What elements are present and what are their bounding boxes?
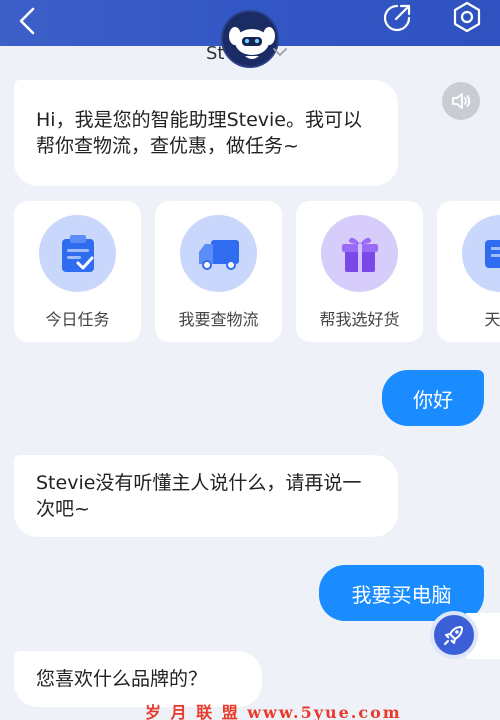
rocket-icon bbox=[444, 626, 463, 645]
quick-action-label: 我要查物流 bbox=[178, 310, 259, 329]
quick-action-card[interactable]: 天天 bbox=[437, 201, 500, 342]
user-message: 你好 bbox=[382, 370, 484, 426]
message-text: 你好 bbox=[413, 387, 453, 412]
quick-action-label: 天天 bbox=[484, 310, 500, 329]
quick-action-label: 今日任务 bbox=[45, 310, 110, 329]
chevron-down-icon[interactable] bbox=[272, 46, 288, 58]
bot-message: Hi，我是您的智能助理Stevie。我可以帮你查物流，查优惠，做任务~ bbox=[14, 80, 398, 186]
message-text: Stevie没有听懂主人说什么，请再说一次吧~ bbox=[36, 472, 362, 520]
message-text: Hi，我是您的智能助理Stevie。我可以帮你查物流，查优惠，做任务~ bbox=[36, 109, 362, 157]
quick-tool-button[interactable] bbox=[430, 611, 478, 659]
quick-action-card[interactable]: 帮我选好货 bbox=[296, 201, 423, 342]
message-text: 我要买电脑 bbox=[351, 582, 452, 607]
quick-action-card[interactable]: 今日任务 bbox=[14, 201, 141, 342]
clipboard-check-icon bbox=[61, 234, 94, 272]
message-text: 您喜欢什么品牌的？ bbox=[36, 668, 208, 690]
bot-message: Stevie没有听懂主人说什么，请再说一次吧~ bbox=[14, 455, 398, 537]
quick-action-label: 帮我选好货 bbox=[319, 310, 400, 329]
speaker-toggle-button[interactable] bbox=[442, 82, 480, 120]
speaker-icon bbox=[452, 93, 471, 109]
gift-box-icon bbox=[341, 237, 378, 272]
delivery-truck-icon bbox=[198, 239, 239, 270]
quick-action-card[interactable]: 我要查物流 bbox=[155, 201, 282, 342]
coupon-icon bbox=[484, 239, 500, 268]
quick-actions-row: 今日任务 我要查物流 帮我选好货 天 bbox=[14, 201, 500, 342]
back-arrow-icon[interactable] bbox=[14, 6, 44, 36]
share-icon[interactable] bbox=[381, 2, 413, 34]
settings-icon[interactable] bbox=[450, 0, 484, 34]
watermark: 岁 月 联 盟 www.5yue.com bbox=[145, 703, 402, 720]
